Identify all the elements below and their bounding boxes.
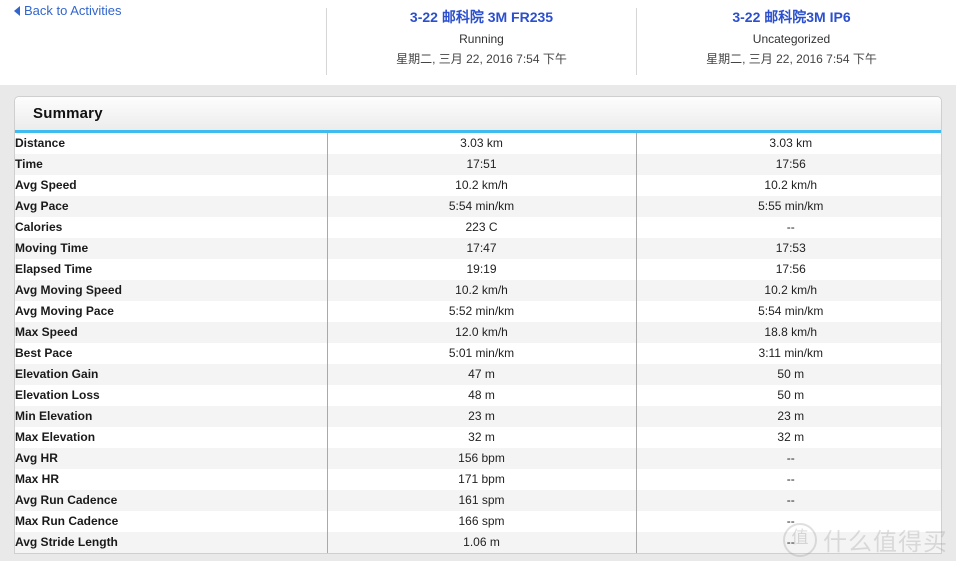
table-row: Calories 223 C -- <box>15 217 941 238</box>
metric-value-activity-2: 5:55 min/km <box>635 196 941 217</box>
summary-panel: Summary Distance 3.03 km 3.03 km Time 17:51 1… <box>14 96 942 554</box>
metric-value-activity-1: 1.06 m <box>326 532 636 553</box>
table-row: Elevation Loss 48 m 50 m <box>15 385 941 406</box>
metric-value-activity-1: 5:01 min/km <box>326 343 636 364</box>
metric-label: Max HR <box>15 472 60 486</box>
metric-value-activity-2: 10.2 km/h <box>635 280 941 301</box>
page-header: Back to Activities 3-22 邮科院 3M FR235 Run… <box>0 0 956 85</box>
metric-value-activity-1: 161 spm <box>326 490 636 511</box>
metric-value-activity-2: 3:11 min/km <box>635 343 941 364</box>
table-row: Elevation Gain 47 m 50 m <box>15 364 941 385</box>
metric-value-activity-1: 3.03 km <box>326 133 636 154</box>
activity-type-2: Uncategorized <box>752 32 831 46</box>
metric-value-activity-2: 10.2 km/h <box>635 175 941 196</box>
metric-label: Max Speed <box>15 325 78 339</box>
metric-value-activity-1: 5:52 min/km <box>326 301 636 322</box>
metric-value-activity-2: 32 m <box>635 427 941 448</box>
summary-panel-title: Summary <box>33 105 103 122</box>
activity-title-2[interactable]: 3-22 邮科院3M IP6 <box>637 8 946 26</box>
activity-date-2: 星期二, 三月 22, 2016 7:54 下午 <box>706 52 877 66</box>
table-row: Avg Pace 5:54 min/km 5:55 min/km <box>15 196 941 217</box>
activity-title-1[interactable]: 3-22 邮科院 3M FR235 <box>327 8 636 26</box>
metric-value-activity-2: -- <box>635 490 941 511</box>
metric-value-activity-1: 19:19 <box>326 259 636 280</box>
metric-label: Elevation Loss <box>15 388 100 402</box>
metric-label: Min Elevation <box>15 409 93 423</box>
table-row: Distance 3.03 km 3.03 km <box>15 133 941 154</box>
metric-label: Calories <box>15 220 63 234</box>
page-body: Summary Distance 3.03 km 3.03 km Time 17:51 1… <box>0 85 956 561</box>
metric-value-activity-1: 32 m <box>326 427 636 448</box>
metric-value-activity-1: 17:47 <box>326 238 636 259</box>
table-row: Moving Time 17:47 17:53 <box>15 238 941 259</box>
metric-value-activity-1: 47 m <box>326 364 636 385</box>
activity-type-1: Running <box>459 32 504 46</box>
metric-label: Avg HR <box>15 451 58 465</box>
metric-value-activity-2: -- <box>635 217 941 238</box>
table-row: Avg Speed 10.2 km/h 10.2 km/h <box>15 175 941 196</box>
metric-value-activity-1: 5:54 min/km <box>326 196 636 217</box>
metric-label: Avg Speed <box>15 178 77 192</box>
metric-value-activity-2: -- <box>635 511 941 532</box>
activity-header-1: 3-22 邮科院 3M FR235 Running 星期二, 三月 22, 20… <box>326 8 636 75</box>
metric-value-activity-2: 3.03 km <box>635 133 941 154</box>
metric-value-activity-1: 156 bpm <box>326 448 636 469</box>
table-row: Time 17:51 17:56 <box>15 154 941 175</box>
metric-value-activity-1: 17:51 <box>326 154 636 175</box>
metric-value-activity-1: 12.0 km/h <box>326 322 636 343</box>
back-to-activities-link[interactable]: Back to Activities <box>14 3 122 18</box>
metric-value-activity-1: 10.2 km/h <box>326 280 636 301</box>
activity-header-2: 3-22 邮科院3M IP6 Uncategorized 星期二, 三月 22,… <box>636 8 946 75</box>
table-row: Max Run Cadence 166 spm -- <box>15 511 941 532</box>
table-row: Avg HR 156 bpm -- <box>15 448 941 469</box>
metric-label: Avg Pace <box>15 199 69 213</box>
metric-value-activity-2: 50 m <box>635 385 941 406</box>
metric-value-activity-1: 171 bpm <box>326 469 636 490</box>
table-row: Max HR 171 bpm -- <box>15 469 941 490</box>
table-row: Max Speed 12.0 km/h 18.8 km/h <box>15 322 941 343</box>
metric-label: Distance <box>15 136 66 150</box>
metric-value-activity-2: -- <box>635 448 941 469</box>
metric-value-activity-2: 18.8 km/h <box>635 322 941 343</box>
metric-value-activity-2: 17:56 <box>635 259 941 280</box>
metric-value-activity-1: 48 m <box>326 385 636 406</box>
metric-value-activity-2: -- <box>635 532 941 553</box>
metric-label: Max Elevation <box>15 430 96 444</box>
metric-label: Elapsed Time <box>15 262 93 276</box>
metric-value-activity-2: 17:56 <box>635 154 941 175</box>
metric-label: Best Pace <box>15 346 73 360</box>
metric-value-activity-2: 17:53 <box>635 238 941 259</box>
metric-value-activity-1: 23 m <box>326 406 636 427</box>
metric-value-activity-2: 23 m <box>635 406 941 427</box>
metric-label: Avg Stride Length <box>15 535 118 549</box>
metric-value-activity-2: 5:54 min/km <box>635 301 941 322</box>
table-row: Avg Moving Speed 10.2 km/h 10.2 km/h <box>15 280 941 301</box>
table-row: Avg Moving Pace 5:52 min/km 5:54 min/km <box>15 301 941 322</box>
metric-label: Moving Time <box>15 241 89 255</box>
metric-value-activity-2: -- <box>635 469 941 490</box>
metric-label: Avg Moving Pace <box>15 304 114 318</box>
triangle-left-icon <box>14 5 20 16</box>
table-row: Min Elevation 23 m 23 m <box>15 406 941 427</box>
metric-value-activity-1: 223 C <box>326 217 636 238</box>
metric-label: Elevation Gain <box>15 367 99 381</box>
metric-label: Max Run Cadence <box>15 514 119 528</box>
table-row: Avg Stride Length 1.06 m -- <box>15 532 941 553</box>
metric-label: Avg Run Cadence <box>15 493 118 507</box>
summary-comparison-table: Distance 3.03 km 3.03 km Time 17:51 17:56 Avg … <box>15 133 941 553</box>
metric-value-activity-1: 10.2 km/h <box>326 175 636 196</box>
table-row: Elapsed Time 19:19 17:56 <box>15 259 941 280</box>
metric-label: Avg Moving Speed <box>15 283 122 297</box>
table-row: Max Elevation 32 m 32 m <box>15 427 941 448</box>
back-to-activities-label: Back to Activities <box>24 3 122 18</box>
metric-value-activity-1: 166 spm <box>326 511 636 532</box>
summary-panel-header: Summary <box>15 97 941 133</box>
metric-value-activity-2: 50 m <box>635 364 941 385</box>
table-row: Best Pace 5:01 min/km 3:11 min/km <box>15 343 941 364</box>
activity-date-1: 星期二, 三月 22, 2016 7:54 下午 <box>396 52 567 66</box>
table-row: Avg Run Cadence 161 spm -- <box>15 490 941 511</box>
metric-label: Time <box>15 157 43 171</box>
